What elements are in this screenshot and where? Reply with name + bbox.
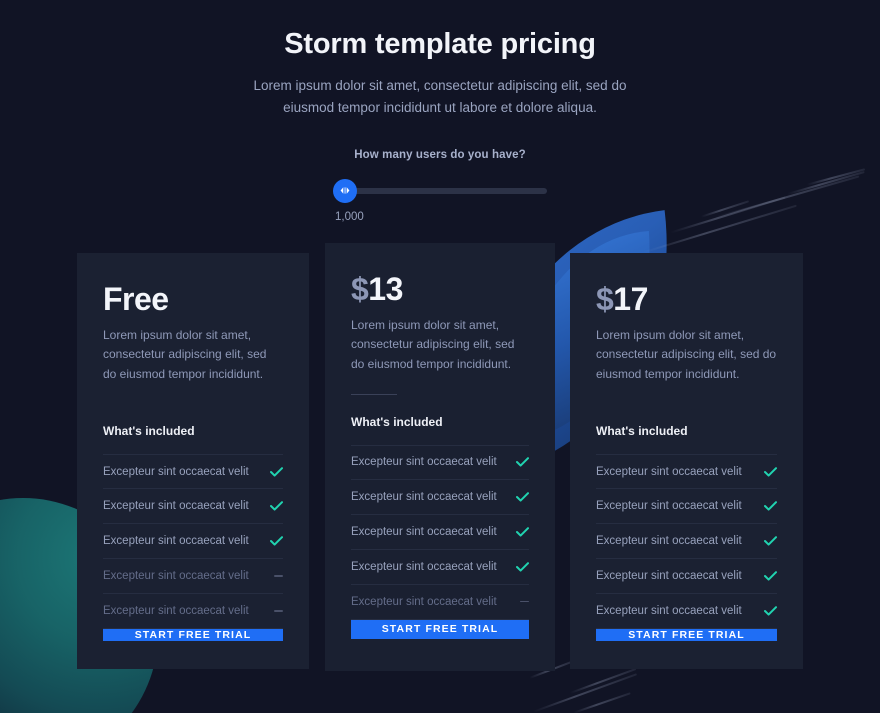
- check-icon: [269, 501, 283, 511]
- check-icon: [515, 561, 529, 572]
- pricing-page: Storm template pricing Lorem ipsum dolor…: [0, 0, 880, 673]
- pricing-card-standard[interactable]: $13 Lorem ipsum dolor sit amet, consecte…: [325, 242, 555, 671]
- feature-label: Excepteur sint occaecat velit: [351, 560, 497, 573]
- start-free-trial-button[interactable]: START FREE TRIAL: [103, 629, 283, 642]
- plan-currency: $: [351, 270, 369, 307]
- dash-icon: [269, 610, 283, 612]
- feature-label: Excepteur sint occaecat velit: [103, 465, 249, 478]
- feature-label: Excepteur sint occaecat velit: [103, 500, 249, 513]
- plan-price: $13: [351, 273, 529, 305]
- feature-row: Excepteur sint occaecat velit: [596, 489, 777, 525]
- check-icon: [763, 466, 777, 477]
- feature-label: Excepteur sint occaecat velit: [351, 490, 497, 503]
- plan-price: Free: [103, 283, 283, 315]
- plan-amount: Free: [103, 280, 169, 317]
- check-icon: [763, 571, 777, 581]
- feature-label: Excepteur sint occaecat velit: [351, 595, 497, 608]
- feature-row: Excepteur sint occaecat velit: [103, 454, 283, 490]
- feature-row: Excepteur sint occaecat velit: [351, 515, 529, 550]
- plan-description: Lorem ipsum dolor sit amet, consectetur …: [596, 327, 777, 381]
- feature-label: Excepteur sint occaecat velit: [103, 570, 249, 583]
- feature-label: Excepteur sint occaecat velit: [103, 605, 249, 618]
- feature-row: Excepteur sint occaecat velit: [596, 559, 777, 595]
- plan-amount: 17: [613, 280, 648, 317]
- start-free-trial-button[interactable]: START FREE TRIAL: [351, 619, 529, 639]
- check-icon: [763, 536, 777, 546]
- page-title: Storm template pricing: [284, 28, 596, 60]
- feature-row: Excepteur sint occaecat velit: [351, 585, 529, 620]
- feature-row: Excepteur sint occaecat velit: [103, 594, 283, 630]
- plan-currency: $: [596, 280, 614, 317]
- divider: [351, 394, 397, 395]
- feature-label: Excepteur sint occaecat velit: [596, 465, 742, 478]
- feature-list: Excepteur sint occaecat velit Excepteur …: [596, 454, 777, 630]
- feature-label: Excepteur sint occaecat velit: [351, 525, 497, 538]
- feature-list: Excepteur sint occaecat velit Excepteur …: [103, 454, 283, 630]
- included-title: What's included: [596, 424, 688, 439]
- feature-row: Excepteur sint occaecat velit: [103, 489, 283, 525]
- check-icon: [515, 526, 529, 537]
- feature-row: Excepteur sint occaecat velit: [351, 480, 529, 515]
- feature-row: Excepteur sint occaecat velit: [596, 524, 777, 560]
- feature-row: Excepteur sint occaecat velit: [351, 550, 529, 585]
- slider-thumb[interactable]: [333, 178, 357, 203]
- feature-label: Excepteur sint occaecat velit: [596, 500, 742, 513]
- dash-icon: [269, 575, 283, 577]
- plan-amount: 13: [368, 270, 403, 307]
- feature-row: Excepteur sint occaecat velit: [596, 594, 777, 630]
- user-count-slider-section: How many users do you have? 1,000: [0, 149, 880, 223]
- check-icon: [763, 501, 777, 511]
- plan-description: Lorem ipsum dolor sit amet, consectetur …: [351, 317, 515, 371]
- feature-label: Excepteur sint occaecat velit: [596, 535, 742, 548]
- feature-row: Excepteur sint occaecat velit: [596, 454, 777, 490]
- feature-label: Excepteur sint occaecat velit: [351, 456, 497, 469]
- pricing-card-free[interactable]: Free Lorem ipsum dolor sit amet, consect…: [77, 252, 309, 669]
- slider-track[interactable]: [333, 187, 547, 194]
- feature-list: Excepteur sint occaecat velit Excepteur …: [351, 444, 529, 620]
- check-icon: [763, 606, 777, 616]
- pricing-card-premium[interactable]: $17 Lorem ipsum dolor sit amet, consecte…: [570, 252, 803, 669]
- included-title: What's included: [103, 424, 195, 439]
- feature-row: Excepteur sint occaecat velit: [103, 559, 283, 595]
- user-count-slider[interactable]: [333, 178, 547, 203]
- included-title: What's included: [351, 414, 443, 429]
- page-subtitle: Lorem ipsum dolor sit amet, consectetur …: [253, 78, 627, 115]
- check-icon: [269, 466, 283, 477]
- feature-label: Excepteur sint occaecat velit: [596, 605, 742, 618]
- check-icon: [269, 536, 283, 546]
- feature-row: Excepteur sint occaecat velit: [103, 524, 283, 560]
- left-right-arrows-icon: [340, 187, 350, 195]
- check-icon: [515, 457, 529, 467]
- check-icon: [515, 491, 529, 502]
- feature-label: Excepteur sint occaecat velit: [596, 570, 742, 583]
- plan-description: Lorem ipsum dolor sit amet, consectetur …: [103, 327, 267, 381]
- feature-label: Excepteur sint occaecat velit: [103, 535, 249, 548]
- slider-value-label: 1,000: [335, 210, 364, 223]
- start-free-trial-button[interactable]: START FREE TRIAL: [596, 629, 777, 642]
- page-header: Storm template pricing Lorem ipsum dolor…: [0, 0, 880, 119]
- dash-icon: [515, 600, 529, 603]
- slider-label: How many users do you have?: [354, 148, 526, 161]
- feature-row: Excepteur sint occaecat velit: [351, 444, 529, 480]
- plan-price: $17: [596, 283, 777, 315]
- pricing-cards: Free Lorem ipsum dolor sit amet, consect…: [0, 242, 880, 673]
